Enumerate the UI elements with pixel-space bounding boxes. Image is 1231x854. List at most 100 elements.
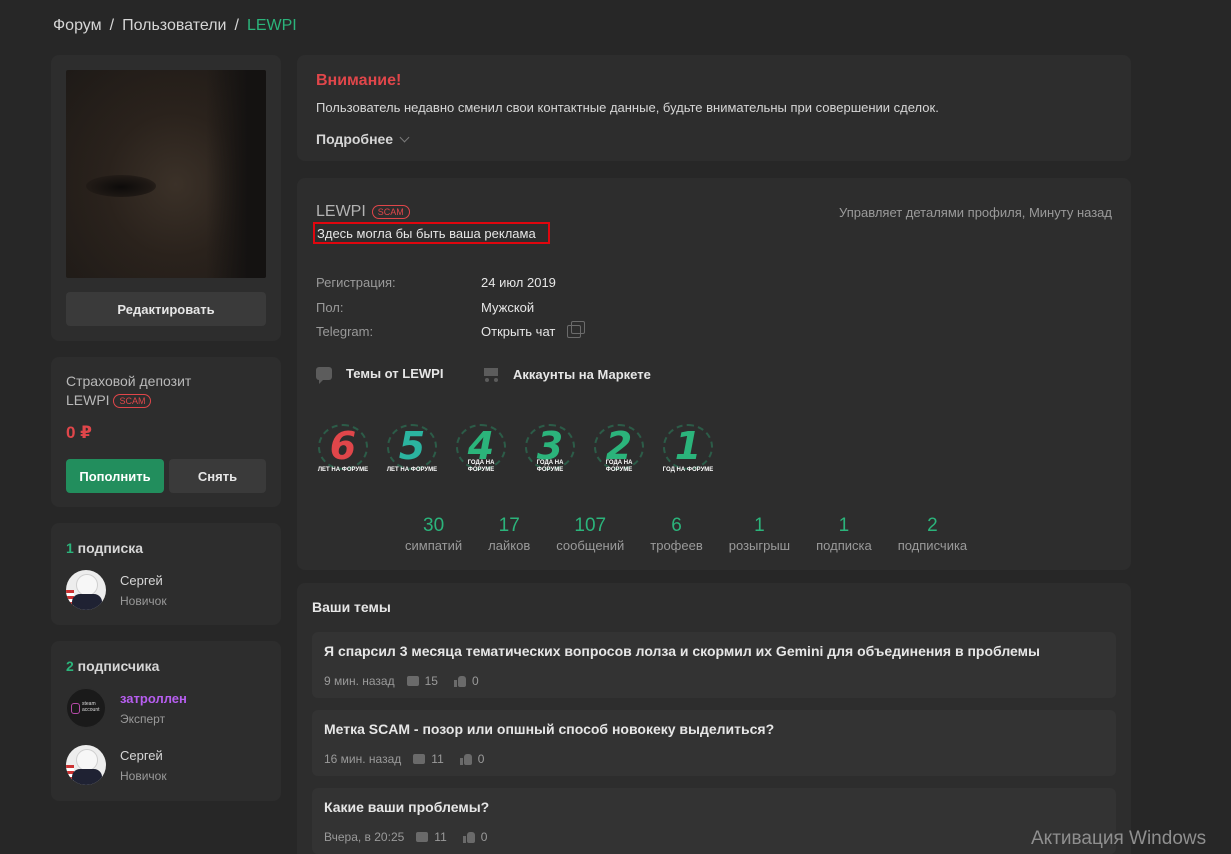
threads-card: Ваши темы Я спарсил 3 месяца тематически… [297,583,1131,854]
chat-bubble-icon [316,367,332,384]
info-value-registration: 24 июл 2019 [481,275,556,290]
thread-item[interactable]: Какие ваши проблемы? Вчера, в 20:25 11 0 [312,788,1116,854]
trophy-6-years[interactable]: 6 ЛЕТ НА ФОРУМЕ [316,416,370,476]
like-icon [459,753,472,765]
withdraw-button[interactable]: Снять [169,459,266,493]
trophy-ring-shape [387,424,437,470]
alert-card: Внимание! Пользователь недавно сменил св… [297,55,1131,161]
trophies-row: 6 ЛЕТ НА ФОРУМЕ 5 ЛЕТ НА ФОРУМЕ 4 ГОДА НА Ф… [316,416,715,476]
thread-time: Вчера, в 20:25 [324,830,405,844]
trophy-1-year[interactable]: 1 ГОД НА ФОРУМЕ [661,416,715,476]
edit-profile-button[interactable]: Редактировать [66,292,266,326]
cart-icon [481,366,499,382]
user-threads-label: Темы от LEWPI [346,366,444,381]
trophy-2-years[interactable]: 2 ГОДА НА ФОРУМЕ [592,416,646,476]
dog-head-shape [76,749,98,771]
user-avatar[interactable]: steam account [66,688,106,728]
info-label-telegram: Telegram: [316,324,374,339]
trophy-5-years[interactable]: 5 ЛЕТ НА ФОРУМЕ [385,416,439,476]
copy-icon[interactable] [567,321,586,338]
avatar-card: Редактировать [51,55,281,341]
stat-label: сообщений [556,538,625,553]
trophy-4-years[interactable]: 4 ГОДА НА ФОРУМЕ [454,416,508,476]
scam-badge: SCAM [371,205,410,219]
market-accounts-label: Аккаунты на Маркете [513,366,651,382]
suit-shape [72,769,102,785]
subscription-user[interactable]: Сергей Новичок [66,570,167,610]
windows-activation-watermark: Активация Windows [1031,828,1207,849]
user-role: Новичок [120,593,167,608]
like-icon [453,675,466,687]
stat-value: 30 [423,515,445,536]
user-name[interactable]: Сергей [120,573,167,588]
thread-meta: 16 мин. назад 11 0 [324,752,484,766]
stat-value: 17 [498,515,520,536]
thread-title[interactable]: Метка SCAM - позор или опшный способ нов… [324,721,774,737]
market-accounts-link[interactable]: Аккаунты на Маркете [481,366,651,382]
like-icon [462,831,475,843]
stat-trophies[interactable]: 6 трофеев [637,515,715,553]
follower-user[interactable]: steam account затроллен Эксперт [66,688,187,728]
follower-user[interactable]: Сергей Новичок [66,745,167,785]
user-avatar[interactable] [66,570,106,610]
user-avatar[interactable] [66,745,106,785]
threads-title: Ваши темы [312,599,391,615]
subscriptions-title[interactable]: 1 подписка [66,540,143,556]
stat-label: лайков [488,538,531,553]
topup-button[interactable]: Пополнить [66,459,164,493]
avatar-hair-shape [206,70,266,278]
user-name[interactable]: затроллен [120,691,187,706]
stat-sympathies[interactable]: 30 симпатий [392,515,475,553]
lock-icon [71,703,80,714]
thread-likes: 0 [471,674,479,688]
stat-subscriptions[interactable]: 1 подписка [803,515,885,553]
profile-avatar[interactable] [66,70,266,278]
followers-card: 2 подписчика steam account затроллен Экс… [51,641,281,801]
dog-head-shape [76,574,98,596]
user-name[interactable]: Сергей [120,748,167,763]
stat-followers[interactable]: 2 подписчика [885,515,980,553]
profile-activity: Управляет деталями профиля, Минуту назад [839,205,1112,220]
thread-title[interactable]: Какие ваши проблемы? [324,799,489,815]
breadcrumb: Форум / Пользователи / LEWPI [53,17,297,35]
registration-date: 24 июл 2019 [481,275,556,290]
thread-item[interactable]: Я спарсил 3 месяца тематических вопросов… [312,632,1116,698]
info-value-telegram: Открыть чат [481,321,586,339]
telegram-open-chat-link[interactable]: Открыть чат [481,324,555,339]
trophy-caption: ЛЕТ НА ФОРУМЕ [386,467,438,473]
stat-label: трофеев [650,538,703,553]
stat-giveaways[interactable]: 1 розыгрыш [716,515,803,553]
alert-more-toggle[interactable]: Подробнее [316,131,410,147]
breadcrumb-current: LEWPI [246,17,297,34]
thread-time: 16 мин. назад [324,752,402,766]
breadcrumb-separator: / [234,17,239,34]
deposit-title: Страховой депозит LEWPI SCAM [66,372,266,410]
trophy-caption: ГОД НА ФОРУМЕ [662,467,714,473]
stat-value: 1 [754,515,765,536]
profile-stats: 30 симпатий 17 лайков 107 сообщений 6 трофее… [392,515,980,553]
subscriptions-count: 1 [66,540,74,556]
alert-text: Пользователь недавно сменил свои контакт… [316,100,939,115]
deposit-card: Страховой депозит LEWPI SCAM 0 ₽ Пополни… [51,357,281,507]
scam-badge: SCAM [113,394,152,409]
thread-title[interactable]: Я спарсил 3 месяца тематических вопросов… [324,643,1040,659]
alert-title: Внимание! [316,72,402,89]
stat-messages[interactable]: 107 сообщений [543,515,637,553]
trophy-3-years[interactable]: 3 ГОДА НА ФОРУМЕ [523,416,577,476]
stat-value: 1 [838,515,850,536]
thread-item[interactable]: Метка SCAM - позор или опшный способ нов… [312,710,1116,776]
replies-icon [413,754,426,764]
avatar-text: steam account [82,701,100,713]
user-threads-link[interactable]: Темы от LEWPI [316,366,444,384]
breadcrumb-users[interactable]: Пользователи [122,17,226,35]
breadcrumb-forum[interactable]: Форум [53,17,102,35]
alert-more-label: Подробнее [316,131,394,147]
followers-title[interactable]: 2 подписчика [66,658,159,674]
stat-likes[interactable]: 17 лайков [475,515,543,553]
thread-replies: 11 [431,752,444,766]
stat-label: подписка [816,538,872,553]
breadcrumb-separator: / [109,17,115,34]
profile-card: LEWPI SCAM Здесь могла бы быть ваша рекл… [297,178,1131,570]
gender-value: Мужской [481,300,535,315]
replies-icon [416,832,429,842]
